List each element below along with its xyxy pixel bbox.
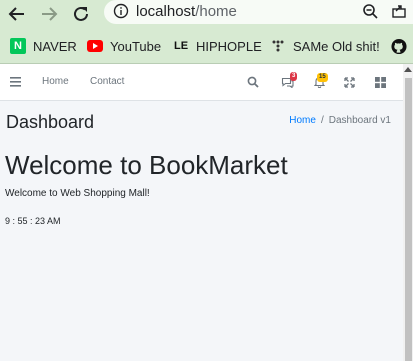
notifications-badge: 15 [317, 73, 328, 82]
hamburger-icon [9, 77, 21, 87]
url-text: localhost/home [136, 3, 237, 20]
bookmark-naver[interactable]: N NAVER [10, 37, 77, 55]
share-icon[interactable] [391, 3, 407, 19]
reload-icon [74, 6, 88, 21]
bookmark-hiphople[interactable]: LE HIPHOPLE [173, 37, 262, 55]
notifications-button[interactable]: 15 [311, 73, 328, 90]
url-path: /home [195, 3, 237, 20]
naver-icon: N [10, 38, 26, 54]
info-icon [113, 3, 129, 19]
expand-arrows-icon [343, 76, 355, 88]
bookmark-github[interactable] [391, 37, 413, 55]
bookmark-label: YouTube [110, 38, 162, 54]
back-button[interactable] [5, 2, 29, 26]
github-icon [391, 38, 407, 54]
th-large-icon [374, 76, 386, 88]
url-host: localhost [136, 3, 196, 20]
browser-toolbar: localhost/home [0, 0, 413, 29]
address-bar[interactable]: localhost/home [104, 0, 413, 24]
navbar-search-button[interactable] [245, 74, 261, 90]
breadcrumb-current: Dashboard v1 [328, 115, 391, 126]
bookmark-same[interactable]: SAMe Old shit! [270, 37, 380, 55]
welcome-heading: Welcome to BookMarket [5, 150, 288, 180]
youtube-icon [87, 38, 103, 54]
bookmark-youtube[interactable]: YouTube [87, 37, 161, 55]
same-icon [270, 38, 286, 54]
scroll-up-arrow[interactable] [404, 67, 412, 72]
breadcrumb: Home / Dashboard v1 [289, 115, 391, 126]
zoom-icon[interactable] [362, 3, 379, 20]
welcome-subtitle: Welcome to Web Shopping Mall! [5, 188, 150, 199]
forward-button[interactable] [37, 2, 61, 26]
hiphople-icon: LE [173, 40, 189, 52]
bookmark-label: HIPHOPLE [196, 38, 262, 54]
scrollbar-thumb[interactable] [405, 78, 412, 361]
messages-button[interactable]: 3 [279, 72, 298, 90]
breadcrumb-home-link[interactable]: Home [289, 115, 316, 126]
messages-badge: 3 [290, 72, 298, 81]
bookmark-label: SAMe Old shit! [293, 38, 380, 54]
reload-button[interactable] [69, 2, 93, 26]
nav-link-contact[interactable]: Contact [90, 76, 124, 87]
clock-text: 9 : 55 : 23 AM [5, 216, 61, 226]
app-navbar: Home Contact 3 15 [0, 64, 403, 101]
page-scrollbar[interactable] [403, 64, 413, 361]
arrow-left-icon [8, 7, 24, 21]
menu-toggle-button[interactable] [7, 74, 23, 90]
nav-link-home[interactable]: Home [42, 76, 69, 87]
search-icon [247, 76, 259, 88]
page-title: Dashboard [6, 112, 95, 132]
control-sidebar-button[interactable] [372, 74, 388, 90]
arrow-right-icon [42, 7, 58, 21]
breadcrumb-separator: / [320, 115, 324, 126]
fullscreen-button[interactable] [341, 74, 357, 90]
bookmarks-bar: N NAVER YouTube LE HIPHOPLE SAMe Old shi… [0, 29, 413, 64]
bookmark-label: NAVER [33, 38, 77, 54]
